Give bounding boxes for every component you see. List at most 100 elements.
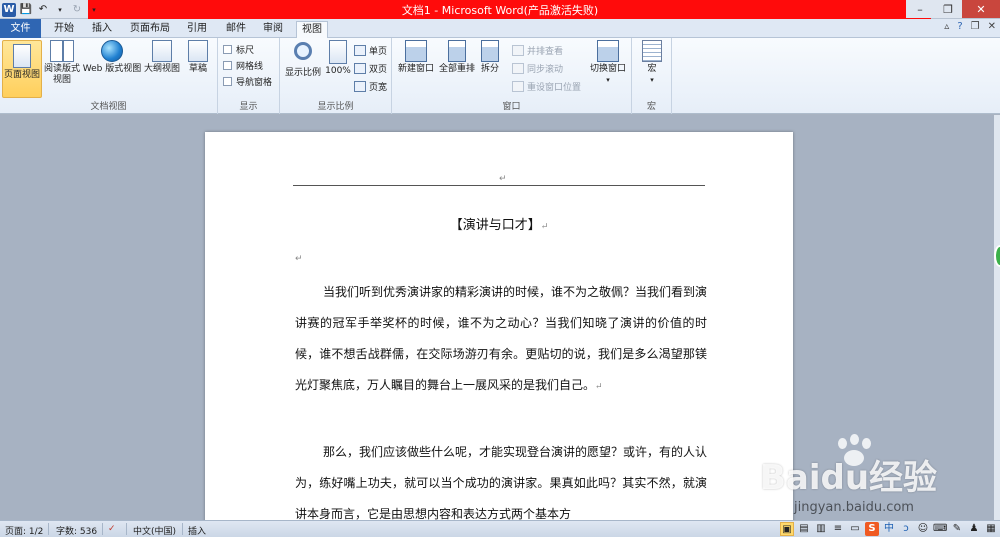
doc-restore-icon[interactable]: ❐ (971, 21, 980, 32)
document-title[interactable]: 【演讲与口才】↵ (205, 214, 793, 233)
split-icon (481, 40, 499, 62)
group-document-views: 页面视图 阅读版式 视图 Web 版式视图 大纲视图 草稿 文档视图 (0, 38, 218, 114)
new-window-icon (405, 40, 427, 62)
status-bar: 页面: 1/2 字数: 536 ✓ 中文(中国) 插入 ▣ ▤ ▥ ≡ ▭ S … (0, 520, 1000, 537)
language-indicator[interactable]: 中文(中国) (133, 524, 176, 537)
macros-icon (642, 40, 662, 62)
view-print-layout-icon[interactable]: ▣ (780, 522, 794, 536)
group-zoom: 显示比例 100% 单页 双页 页宽 显示比例 (280, 38, 392, 114)
dropdown-arrow-icon: ▾ (606, 76, 610, 84)
redo-icon[interactable]: ↻ (70, 3, 84, 17)
side-by-side-button[interactable]: 并排查看 (512, 44, 563, 57)
blank-paragraph-mark: ↵ (295, 254, 303, 264)
paragraph-2[interactable]: 那么，我们应该做些什么呢，才能实现登台演讲的愿望？或许，有的人认为，练好嘴上功夫… (295, 437, 707, 530)
new-window-button[interactable]: 新建窗口 (396, 40, 436, 75)
group-label: 文档视图 (90, 102, 127, 112)
sogou-ime-icon[interactable]: S (865, 522, 879, 536)
watermark-brand: Baidu经验 (760, 458, 938, 498)
minimize-ribbon-icon[interactable]: ▵ (944, 21, 949, 32)
tab-page-layout[interactable]: 页面布局 (127, 21, 173, 38)
group-window: 新建窗口 全部重排 拆分 并排查看 同步滚动 重设窗口位置 切换窗口 ▾ 窗口 (392, 38, 632, 114)
magnifier-icon (294, 42, 312, 60)
outline-icon (152, 40, 172, 62)
tab-file[interactable]: 文件 (0, 19, 41, 38)
emoji-icon[interactable]: ☺ (916, 522, 930, 536)
tab-insert[interactable]: 插入 (88, 21, 116, 38)
sync-scroll-icon (512, 63, 524, 74)
header-paragraph-mark: ↵ (499, 174, 507, 184)
two-pages-button[interactable]: 双页 (354, 62, 387, 75)
split-button[interactable]: 拆分 (478, 40, 502, 75)
full-reading-button[interactable]: 阅读版式 视图 (43, 40, 81, 86)
title-bar: 文档1 - Microsoft Word(产品激活失败) W 💾 ↶ ▾ ↻ ▾… (0, 0, 1000, 19)
close-button[interactable]: ✕ (962, 0, 1000, 18)
tab-view[interactable]: 视图 (296, 21, 328, 39)
zoom-100-button[interactable]: 100% (324, 40, 352, 77)
group-show: 标尺 网格线 导航窗格 显示 (218, 38, 280, 114)
toolbox-icon[interactable]: ▦ (984, 522, 998, 536)
keyboard-icon[interactable]: ⌨ (933, 522, 947, 536)
ruler-checkbox[interactable]: 标尺 (223, 43, 254, 56)
page-width-button[interactable]: 页宽 (354, 80, 387, 93)
view-web-icon[interactable]: ▥ (814, 522, 828, 536)
arrange-all-icon (448, 40, 466, 62)
one-page-icon (354, 45, 366, 56)
switch-windows-button[interactable]: 切换窗口 ▾ (588, 40, 628, 86)
reset-position-icon (512, 81, 524, 92)
tab-home[interactable]: 开始 (50, 21, 78, 38)
one-page-button[interactable]: 单页 (354, 44, 387, 57)
watermark-url: jingyan.baidu.com (794, 500, 914, 515)
skin-icon[interactable]: ♟ (967, 522, 981, 536)
help-icon[interactable]: ? (957, 21, 962, 32)
dropdown-arrow-icon: ▾ (650, 76, 654, 84)
globe-icon (101, 40, 123, 62)
nav-pane-checkbox[interactable]: 导航窗格 (223, 75, 272, 88)
zoom-button[interactable]: 显示比例 (283, 40, 323, 79)
floating-assistant-icon[interactable] (994, 245, 1000, 267)
tab-references[interactable]: 引用 (183, 21, 211, 38)
two-pages-icon (354, 63, 366, 74)
paragraph-1[interactable]: 当我们听到优秀演讲家的精彩演讲的时候，谁不为之敬佩？当我们看到演讲赛的冠军手举奖… (295, 277, 707, 403)
full-reading-icon (50, 40, 74, 62)
web-layout-button[interactable]: Web 版式视图 (82, 40, 142, 75)
insert-mode[interactable]: 插入 (188, 524, 206, 537)
header-divider (293, 185, 705, 186)
ime-chinese-icon[interactable]: 中 (882, 522, 896, 536)
word-logo-icon[interactable]: W (2, 2, 16, 17)
document-page[interactable]: ↵ 【演讲与口才】↵ ↵ 当我们听到优秀演讲家的精彩演讲的时候，谁不为之敬佩？当… (205, 132, 793, 532)
customize-qat-icon[interactable]: ▾ (87, 3, 101, 17)
system-tray: ▣ ▤ ▥ ≡ ▭ S 中 ↄ ☺ ⌨ ✎ ♟ ▦ (780, 522, 998, 536)
page-width-icon (354, 81, 366, 92)
side-by-side-icon (512, 45, 524, 56)
draft-button[interactable]: 草稿 (184, 40, 212, 75)
view-draft-icon[interactable]: ▭ (848, 522, 862, 536)
arrange-all-button[interactable]: 全部重排 (437, 40, 477, 75)
doc-close-icon[interactable]: ✕ (988, 21, 996, 32)
group-label: 窗口 (502, 102, 521, 112)
tab-review[interactable]: 审阅 (259, 21, 287, 38)
group-label: 显示 (239, 102, 258, 112)
sync-scroll-button[interactable]: 同步滚动 (512, 62, 563, 75)
draft-icon (188, 40, 208, 62)
undo-icon[interactable]: ↶ (36, 3, 50, 17)
word-count[interactable]: 字数: 536 (56, 524, 97, 537)
view-outline-icon[interactable]: ≡ (831, 522, 845, 536)
print-layout-button[interactable]: 页面视图 (2, 40, 42, 98)
baidu-watermark: Baidu经验 jingyan.baidu.com (760, 430, 1000, 530)
proofing-icon[interactable]: ✓ (108, 524, 116, 534)
save-icon[interactable]: 💾 (19, 3, 33, 17)
outline-button[interactable]: 大纲视图 (143, 40, 181, 75)
gridlines-checkbox[interactable]: 网格线 (223, 59, 263, 72)
group-label: 宏 (646, 102, 656, 112)
restore-button[interactable]: ❐ (934, 0, 962, 18)
reset-position-button[interactable]: 重设窗口位置 (512, 80, 581, 93)
handwriting-icon[interactable]: ✎ (950, 522, 964, 536)
dropdown-arrow-icon[interactable]: ▾ (53, 3, 67, 17)
group-macros: 宏 ▾ 宏 (632, 38, 672, 114)
view-reading-icon[interactable]: ▤ (797, 522, 811, 536)
macros-button[interactable]: 宏 ▾ (638, 40, 666, 86)
ime-punct-icon[interactable]: ↄ (899, 522, 913, 536)
tab-mailings[interactable]: 邮件 (222, 21, 250, 38)
minimize-button[interactable]: – (906, 0, 934, 18)
page-count[interactable]: 页面: 1/2 (5, 524, 43, 537)
